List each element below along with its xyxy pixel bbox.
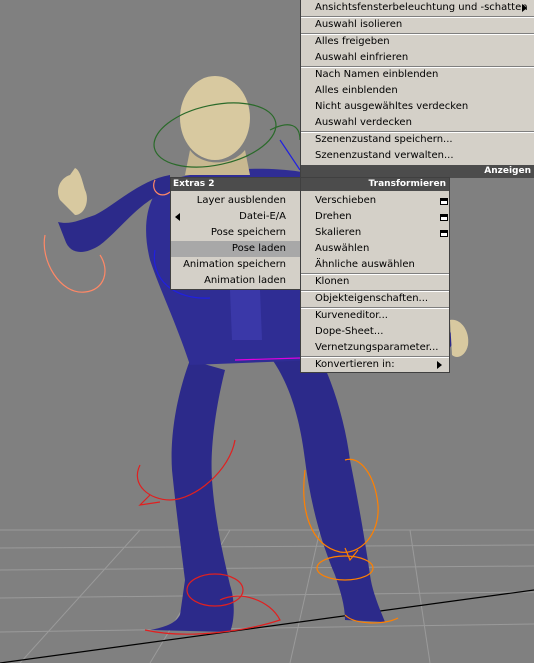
menu-item-freeze-selection[interactable]: Auswahl einfrieren: [301, 50, 534, 66]
menu-item-select-similar[interactable]: Ähnliche auswählen: [301, 257, 449, 273]
quad-menu-transform: Transformieren Verschieben Drehen Skalie…: [300, 177, 450, 373]
submenu-arrow-icon: [437, 361, 442, 369]
menu-item-save-pose[interactable]: Pose speichern: [171, 225, 300, 241]
menu-item-viewport-lighting[interactable]: Ansichtsfensterbeleuchtung und -schatten: [301, 0, 534, 16]
move-settings-icon[interactable]: [440, 198, 448, 205]
quad-header-tools-2: Extras 2: [171, 178, 300, 191]
menu-item-rotate[interactable]: Drehen: [301, 209, 449, 225]
menu-item-wiring-parameters[interactable]: Vernetzungsparameter...: [301, 340, 449, 356]
menu-item-object-properties[interactable]: Objekteigenschaften...: [301, 291, 449, 307]
menu-item-manage-scene-states[interactable]: Szenenzustand verwalten...: [301, 148, 534, 164]
menu-item-select[interactable]: Auswählen: [301, 241, 449, 257]
menu-item-file-io[interactable]: Datei-E/A: [171, 209, 300, 225]
submenu-arrow-icon: [522, 4, 527, 12]
menu-item-save-scene-state[interactable]: Szenenzustand speichern...: [301, 132, 534, 148]
menu-item-curve-editor[interactable]: Kurveneditor...: [301, 308, 449, 324]
quad-menu-tools-2: Extras 2 Layer ausblenden Datei-E/A Pose…: [170, 177, 301, 290]
menu-item-dope-sheet[interactable]: Dope-Sheet...: [301, 324, 449, 340]
menu-item-scale[interactable]: Skalieren: [301, 225, 449, 241]
menu-item-load-pose[interactable]: Pose laden: [171, 241, 300, 257]
menu-item-unhide-by-name[interactable]: Nach Namen einblenden: [301, 67, 534, 83]
menu-item-move[interactable]: Verschieben: [301, 193, 449, 209]
scale-settings-icon[interactable]: [440, 230, 448, 237]
menu-item-unhide-all[interactable]: Alles einblenden: [301, 83, 534, 99]
menu-item-convert-to[interactable]: Konvertieren in:: [301, 357, 449, 373]
menu-item-load-animation[interactable]: Animation laden: [171, 273, 300, 289]
quad-menu-display: Ansichtsfensterbeleuchtung und -schatten…: [300, 0, 534, 178]
menu-item-unfreeze-all[interactable]: Alles freigeben: [301, 34, 534, 50]
quad-header-transform: Transformieren: [301, 178, 449, 191]
menu-item-hide-layer[interactable]: Layer ausblenden: [171, 193, 300, 209]
menu-item-hide-selection[interactable]: Auswahl verdecken: [301, 115, 534, 131]
menu-item-save-animation[interactable]: Animation speichern: [171, 257, 300, 273]
submenu-arrow-icon: [175, 213, 180, 221]
rotate-settings-icon[interactable]: [440, 214, 448, 221]
menu-item-hide-unselected[interactable]: Nicht ausgewähltes verdecken: [301, 99, 534, 115]
menu-item-clone[interactable]: Klonen: [301, 274, 449, 290]
menu-item-isolate-selection[interactable]: Auswahl isolieren: [301, 17, 534, 33]
